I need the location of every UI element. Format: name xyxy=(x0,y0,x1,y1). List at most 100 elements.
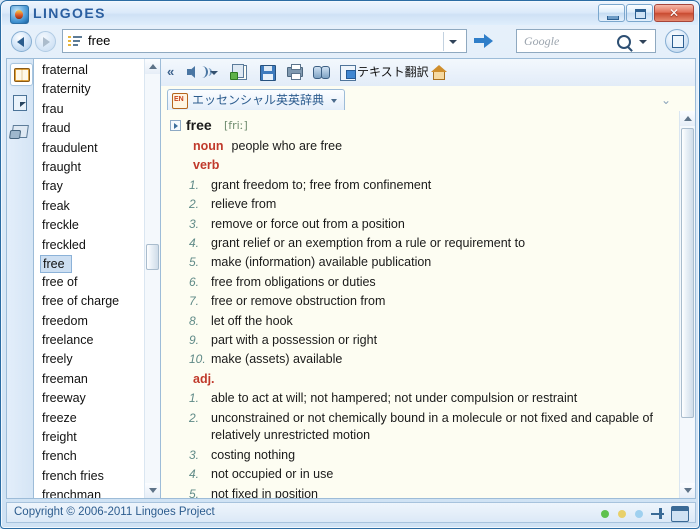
text-translate-button[interactable]: テキスト翻訳 xyxy=(340,63,429,82)
part-of-speech: noun people who are free xyxy=(193,139,343,153)
list-item[interactable]: fraught xyxy=(34,158,145,177)
magnifier-icon[interactable] xyxy=(617,35,631,49)
list-item[interactable]: fraternal xyxy=(34,61,145,80)
chevron-down-icon xyxy=(210,71,218,75)
article-scrollbar[interactable] xyxy=(679,111,695,498)
definition-text: let off the hook xyxy=(211,313,293,328)
search-input[interactable]: free xyxy=(62,29,467,53)
sidebar-item-card[interactable] xyxy=(10,121,31,142)
list-item[interactable]: freckled xyxy=(34,236,145,255)
home-button[interactable] xyxy=(430,63,450,82)
list-item[interactable]: french xyxy=(34,447,145,466)
definition-text: part with a possession or right xyxy=(211,333,378,348)
word-list-icon xyxy=(68,35,82,48)
definition-row: 2. unconstrained or not chemically bound … xyxy=(161,409,679,446)
scroll-up-button[interactable] xyxy=(680,111,695,126)
minimize-button[interactable] xyxy=(598,4,625,22)
definition-row: 5. not fixed in position xyxy=(161,485,679,499)
list-item[interactable]: fray xyxy=(34,177,145,196)
list-item[interactable]: frenchman xyxy=(34,486,145,498)
save-button[interactable] xyxy=(259,63,279,82)
definition-text: not fixed in position xyxy=(211,486,319,499)
pin-icon[interactable] xyxy=(651,508,664,519)
copyright-text: Copyright © 2006-2011 Lingoes Project xyxy=(14,506,215,518)
list-item[interactable]: freelance xyxy=(34,331,145,350)
tab-overflow-button[interactable]: ⌄ xyxy=(661,93,671,107)
copy-button[interactable] xyxy=(230,63,252,82)
definition-row: 9. part with a possession or right xyxy=(161,331,679,350)
scroll-down-button[interactable] xyxy=(680,483,695,498)
expand-triangle-icon[interactable] xyxy=(170,120,181,131)
definition-number: 1. xyxy=(189,391,200,406)
window-mode-icon[interactable] xyxy=(671,506,689,522)
tab-essential-english-dictionary[interactable]: エッセンシャル英英辞典 xyxy=(167,89,346,110)
list-item[interactable]: freely xyxy=(34,350,145,369)
list-item[interactable]: frau xyxy=(34,100,145,119)
speaker-body-icon xyxy=(187,69,191,75)
list-item[interactable]: freckle xyxy=(34,216,145,235)
list-item[interactable]: free xyxy=(40,254,72,273)
status-dot-green xyxy=(601,510,609,518)
google-placeholder: Google xyxy=(524,34,560,48)
scroll-thumb[interactable] xyxy=(681,128,694,418)
dictionary-article: free [friː] noun people who are free verb 1. g… xyxy=(161,111,695,498)
chevron-down-icon[interactable] xyxy=(449,40,457,44)
list-item[interactable]: fraudulent xyxy=(34,139,145,158)
pronounce-dropdown[interactable] xyxy=(210,63,220,82)
list-item[interactable]: freedom xyxy=(34,312,145,331)
main-area: fraternal fraternity frau fraud fraudulent fr… xyxy=(6,58,696,499)
go-button[interactable] xyxy=(472,29,496,53)
open-book-icon xyxy=(14,68,30,82)
close-button[interactable]: ✕ xyxy=(654,4,694,22)
scroll-up-button[interactable] xyxy=(145,59,160,74)
definition-number: 9. xyxy=(189,333,200,348)
collapse-panel-button[interactable]: « xyxy=(167,64,174,83)
definition-row: 4. not occupied or in use xyxy=(161,465,679,484)
list-item[interactable]: freeman xyxy=(34,370,145,389)
print-button[interactable] xyxy=(286,63,306,82)
list-item[interactable]: fraternity xyxy=(34,80,145,99)
google-search-input[interactable]: Google xyxy=(516,29,656,53)
definition-number: 5. xyxy=(189,255,200,270)
title-bar: LINGOES ✕ xyxy=(2,2,698,25)
translate-icon xyxy=(340,65,356,81)
search-divider xyxy=(443,32,444,51)
find-button[interactable] xyxy=(313,63,333,82)
scroll-down-button[interactable] xyxy=(145,483,160,498)
search-input-value: free xyxy=(88,33,111,48)
maximize-button[interactable] xyxy=(626,4,653,22)
scroll-thumb[interactable] xyxy=(146,244,159,270)
content-toolbar: « テキスト翻訳 xyxy=(161,59,695,87)
list-item[interactable]: french fries xyxy=(34,467,145,486)
word-list[interactable]: fraternal fraternity frau fraud fraudulent fr… xyxy=(34,59,145,498)
dictionary-tab-label: エッセンシャル英英辞典 xyxy=(192,93,325,107)
forward-arrow-icon xyxy=(43,37,50,47)
back-button[interactable] xyxy=(11,31,32,52)
definition-row: 3. costing nothing xyxy=(161,446,679,465)
document-cursor-icon xyxy=(13,95,27,111)
forward-button[interactable] xyxy=(35,31,56,52)
definition-text: free or remove obstruction from xyxy=(211,294,386,309)
definition-text: make (assets) available xyxy=(211,352,343,367)
word-list-scrollbar[interactable] xyxy=(144,59,160,498)
pronounce-button[interactable] xyxy=(187,63,212,82)
sidebar-item-dictionary[interactable] xyxy=(10,63,33,86)
article-body: free [friː] noun people who are free verb 1. g… xyxy=(161,111,679,498)
definition-row: 7. free or remove obstruction from xyxy=(161,292,679,311)
phonetic: [friː] xyxy=(224,119,248,132)
list-item[interactable]: free of charge xyxy=(34,292,145,311)
chevron-down-icon[interactable] xyxy=(639,40,647,44)
list-item[interactable]: freeway xyxy=(34,389,145,408)
list-item[interactable]: free of xyxy=(34,273,145,292)
list-item[interactable]: fraud xyxy=(34,119,145,138)
definition-number: 5. xyxy=(189,486,200,499)
app-menu-button[interactable] xyxy=(665,29,689,53)
list-item[interactable]: freeze xyxy=(34,409,145,428)
list-item[interactable]: freak xyxy=(34,197,145,216)
sidebar-item-text-capture[interactable] xyxy=(10,92,31,113)
chevron-down-icon[interactable] xyxy=(331,99,338,103)
home-body-icon xyxy=(433,72,445,80)
list-item[interactable]: freight xyxy=(34,428,145,447)
hand-card-icon xyxy=(11,125,29,138)
definition-number: 2. xyxy=(189,197,200,212)
